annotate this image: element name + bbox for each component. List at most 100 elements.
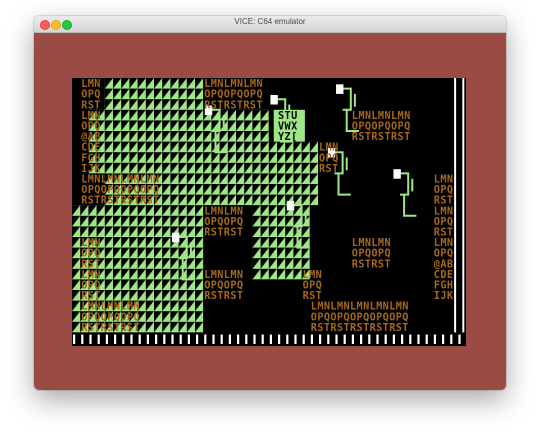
screen-text-row: RST <box>81 259 101 270</box>
screen-text-row: OPQ <box>81 90 101 101</box>
screen-text-row: LMNLMNLMNLMN <box>81 175 159 186</box>
box-text-row: STU <box>278 111 298 122</box>
screen-text-row: LMNLMNLMNLMNLMN <box>311 302 409 313</box>
tile-block <box>104 237 138 301</box>
bottom-tick <box>310 334 313 345</box>
bottom-tick <box>450 334 453 345</box>
tile-block <box>252 141 318 206</box>
screen-text-row: LMN <box>81 270 101 281</box>
bottom-tick <box>351 334 354 345</box>
bottom-tick <box>204 334 207 345</box>
screen-text-row: OPQ <box>434 249 454 260</box>
screen-text-row: RSTRSTRST <box>81 323 140 334</box>
screen-text-row: OPQOPQOPQOPQOPQ <box>311 312 409 323</box>
screen-text-row: RST <box>303 291 323 302</box>
sprite-figure <box>393 169 417 217</box>
screen-text-row: OPQ <box>434 185 454 196</box>
screen-text-row: OPQ <box>81 281 101 292</box>
box-text-row: YZ[ <box>278 132 298 143</box>
screen-text-row: RSTRST <box>352 259 391 270</box>
bottom-tick <box>81 334 84 345</box>
bottom-tick <box>130 334 133 345</box>
bottom-tick <box>433 334 436 345</box>
c64-border: LMN OPQ RST LMN OPQ @AB CDE FGH IJK LMNLMNLMNLMN O… <box>34 33 506 390</box>
bottom-tick <box>442 334 445 345</box>
screen-text-row: OPQ <box>81 249 101 260</box>
screen-text-row: LMNLMN <box>352 238 391 249</box>
screen-text-row: RSTRST <box>204 291 243 302</box>
screen-text-row: RST <box>81 291 101 302</box>
screen-text-row: FGH <box>81 153 101 164</box>
window-title: VICE: C64 emulator <box>234 17 306 26</box>
screen-text-row: OPQ <box>81 122 101 133</box>
bottom-tick <box>376 334 379 345</box>
screen-text-row: OPQ <box>434 217 454 228</box>
screen-text-row: RSTRSTRST <box>204 100 263 111</box>
bottom-tick <box>220 334 223 345</box>
screen-text-row: @AB <box>81 132 101 143</box>
bottom-tick <box>196 334 199 345</box>
bottom-tick <box>253 334 256 345</box>
bottom-tick <box>294 334 297 345</box>
screen-text-row: LMN <box>434 238 454 249</box>
bottom-tick <box>261 334 264 345</box>
screen-text-row: RST <box>81 100 101 111</box>
screen-text-row: OPQOPQOPQ <box>352 122 411 133</box>
bottom-tick <box>171 334 174 345</box>
screen-text-row: LMN <box>81 238 101 249</box>
screen-text-row: IJK <box>434 291 454 302</box>
screen-text-row: OPQOPQ <box>352 249 391 260</box>
bottom-tick <box>458 334 461 345</box>
right-edge-bar <box>462 78 465 333</box>
screen-text-row: CDE <box>434 270 454 281</box>
bottom-tick <box>335 334 338 345</box>
screen-canvas: LMNOPQRSTLMNOPQ@ABCDEFGHIJKLMNLMNLMNLMNO… <box>72 78 465 345</box>
bottom-tick <box>105 334 108 345</box>
bottom-tick <box>114 334 117 345</box>
bottom-tick <box>401 334 404 345</box>
bottom-tick <box>360 334 363 345</box>
bottom-tick <box>163 334 166 345</box>
screen-text-row: RST <box>434 228 454 239</box>
screen-text-row: LMN <box>303 270 323 281</box>
c64-screen[interactable]: LMN OPQ RST LMN OPQ @AB CDE FGH IJK LMNLMNLMNLMN O… <box>72 78 466 346</box>
screen-text-row: RSTRSTRSTRST <box>81 196 159 207</box>
bottom-tick <box>409 334 412 345</box>
screen-text-row: OPQ <box>303 281 323 292</box>
bottom-tick <box>327 334 330 345</box>
bottom-tick <box>319 334 322 345</box>
screen-text-row: OPQOPQOPQ <box>204 90 263 101</box>
screen-text-row: LMN <box>319 143 339 154</box>
bottom-tick <box>302 334 305 345</box>
bottom-tick <box>269 334 272 345</box>
screen-text-row: LMN <box>81 79 101 90</box>
bottom-tick <box>425 334 428 345</box>
bottom-tick <box>187 334 190 345</box>
screen-text-row: LMNLMN <box>204 270 243 281</box>
screen-text-row: OPQOPQ <box>204 217 243 228</box>
screen-text-row: RST <box>319 164 339 175</box>
screen-text-row: RST <box>434 196 454 207</box>
bottom-tick <box>138 334 141 345</box>
box-text-row: VWX <box>278 122 298 133</box>
screen-text-row: RSTRSTRSTRSTRST <box>311 323 409 334</box>
bottom-tick <box>146 334 149 345</box>
screen-text-row: LMN <box>434 175 454 186</box>
screen-text-row: FGH <box>434 281 454 292</box>
screen-text-row: LMNLMNLMN <box>204 79 263 90</box>
screen-text-row: CDE <box>81 143 101 154</box>
screen-text-row: LMNLMNLMN <box>352 111 411 122</box>
bottom-tick <box>286 334 289 345</box>
tile-block <box>203 173 261 206</box>
bottom-tick <box>97 334 100 345</box>
title-bar[interactable]: VICE: C64 emulator <box>34 16 506 33</box>
right-edge-bar <box>454 78 457 333</box>
screen-text-row: IJK <box>81 164 101 175</box>
screen-text-row: RSTRST <box>204 228 243 239</box>
emulator-window: VICE: C64 emulator LMN OPQ RST LMN OPQ @AB CDE… <box>34 16 506 390</box>
bottom-tick <box>228 334 231 345</box>
screen-text-row: OPQOPQ <box>204 281 243 292</box>
screen-text-row: OPQOPQOPQOPQ <box>81 185 159 196</box>
bottom-tick <box>417 334 420 345</box>
screen-text-row: LMNLMNLMN <box>81 302 140 313</box>
